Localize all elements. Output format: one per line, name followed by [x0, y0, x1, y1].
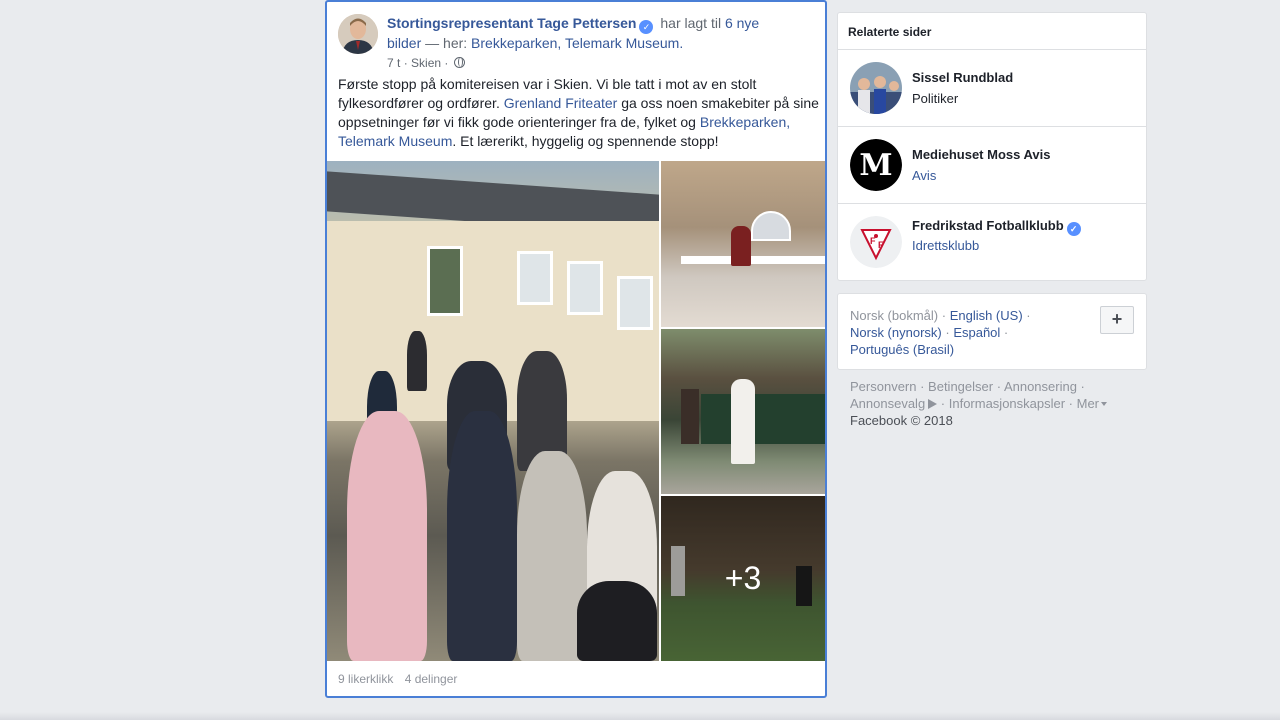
footer-link-adchoices[interactable]: Annonsevalg — [850, 396, 938, 411]
adchoices-icon — [928, 399, 938, 409]
likes-count[interactable]: 9 likerklikk — [338, 672, 393, 686]
related-page-item[interactable]: M Mediehuset Moss Avis Avis — [838, 127, 1146, 204]
post-body: Første stopp på komitereisen var i Skien… — [338, 75, 820, 151]
shares-count[interactable]: 4 delinger — [405, 672, 458, 686]
related-pages-title: Relaterte sider — [838, 13, 1146, 50]
footer-link-advertising[interactable]: Annonsering — [1004, 379, 1077, 394]
action-prefix: har lagt til — [660, 15, 722, 31]
photo-thumb-3[interactable]: +3 — [661, 496, 825, 661]
svg-text:M: M — [859, 148, 892, 183]
add-language-button[interactable]: + — [1100, 306, 1134, 334]
footer-links: Personvern · Betingelser · Annonsering ·… — [850, 378, 1140, 429]
post-headline: Stortingsrepresentant Tage Pettersen ✓ ha… — [387, 14, 767, 53]
footer-link-terms[interactable]: Betingelser — [928, 379, 993, 394]
related-page-category-link[interactable]: Avis — [912, 168, 936, 183]
footer-link-more[interactable]: Mer — [1077, 396, 1108, 411]
post-text-part-3: . Et lærerikt, hyggelig og spennende sto… — [452, 133, 719, 149]
chevron-down-icon — [1101, 402, 1108, 406]
bottom-edge — [0, 712, 1280, 720]
photo-thumb-2[interactable] — [661, 329, 825, 494]
photo-grid: +3 — [327, 161, 825, 661]
post-meta: 7 t · Skien · — [387, 55, 465, 71]
photo-main[interactable] — [327, 161, 659, 661]
footer-link-privacy[interactable]: Personvern — [850, 379, 916, 394]
verified-badge-icon: ✓ — [639, 20, 654, 34]
current-language: Norsk (bokmål) — [850, 308, 939, 323]
place-prefix: — her: — [425, 35, 468, 51]
related-page-category: Politiker — [912, 91, 959, 106]
related-pages-panel: Relaterte sider Sissel Rundblad Politike… — [837, 12, 1147, 281]
language-panel: Norsk (bokmål) · English (US) · Norsk (n… — [837, 293, 1147, 370]
language-list: Norsk (bokmål) · English (US) · Norsk (n… — [850, 308, 1031, 357]
verified-badge-icon: ✓ — [1066, 222, 1081, 236]
footer-link-cookies[interactable]: Informasjonskapsler — [949, 396, 1065, 411]
language-link[interactable]: Norsk (nynorsk) — [850, 325, 942, 340]
post-location-link[interactable]: Skien — [411, 56, 441, 70]
post-time-link[interactable]: 7 t — [387, 56, 400, 70]
place-link[interactable]: Brekkeparken, Telemark Museum. — [471, 35, 683, 51]
post-stats: 9 likerklikk 4 delinger — [338, 672, 465, 686]
related-page-name[interactable]: Mediehuset Moss Avis — [912, 147, 1050, 162]
related-page-avatar[interactable]: F F — [850, 216, 902, 268]
post-card: Stortingsrepresentant Tage Pettersen ✓ ha… — [325, 0, 827, 698]
more-photos-overlay[interactable]: +3 — [661, 496, 825, 661]
public-audience-icon[interactable] — [453, 57, 465, 68]
copyright: Facebook © 2018 — [850, 413, 953, 428]
related-page-name[interactable]: Fredrikstad Fotballklubb ✓ — [912, 218, 1084, 236]
related-page-category-link[interactable]: Idrettsklubb — [912, 238, 979, 253]
related-page-item[interactable]: F F Fredrikstad Fotballklubb ✓ Idrettsklu… — [838, 204, 1146, 281]
photo-thumb-1[interactable] — [661, 161, 825, 327]
language-link[interactable]: Español — [953, 325, 1000, 340]
svg-text:F: F — [878, 240, 884, 250]
related-page-name[interactable]: Sissel Rundblad — [912, 70, 1013, 85]
related-page-avatar[interactable]: M — [850, 139, 902, 191]
author-avatar[interactable] — [338, 14, 378, 54]
mention-link-grenland[interactable]: Grenland Friteater — [504, 95, 618, 111]
language-link[interactable]: English (US) — [950, 308, 1023, 323]
author-name-link[interactable]: Stortingsrepresentant Tage Pettersen — [387, 15, 636, 31]
language-link[interactable]: Português (Brasil) — [850, 342, 954, 357]
related-page-avatar[interactable] — [850, 62, 902, 114]
related-page-item[interactable]: Sissel Rundblad Politiker — [838, 50, 1146, 127]
